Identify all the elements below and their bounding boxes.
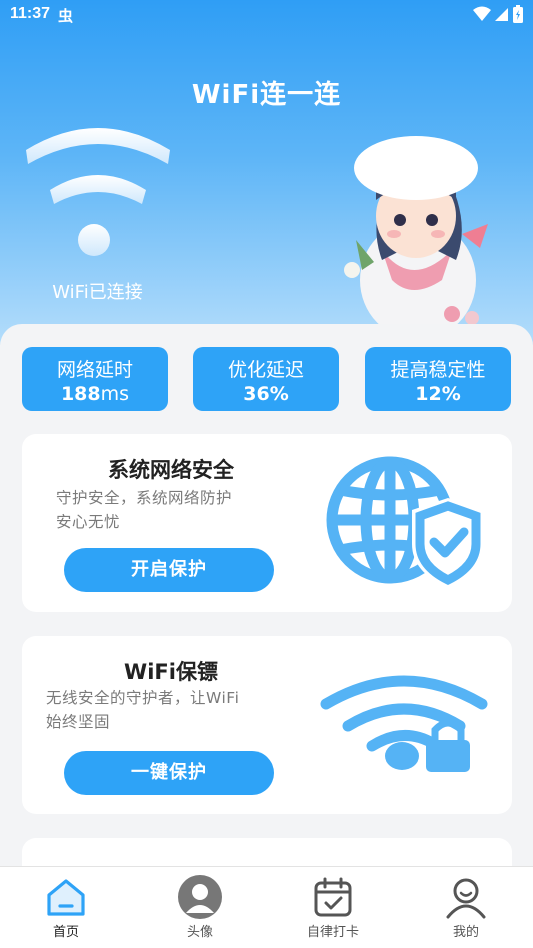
home-icon [47, 879, 85, 916]
stats-row: 网络延时 188ms 优化延迟 36% 提高稳定性 12% [22, 347, 512, 411]
stat-number: 12% [415, 383, 461, 405]
status-bar: 11:37 虫 [0, 0, 533, 30]
tab-label: 自律打卡 [306, 925, 359, 940]
stat-label: 优化延迟 [227, 359, 304, 381]
cell-signal-icon [495, 8, 508, 21]
wifi-lock-icon [320, 675, 488, 772]
stat-latency: 网络延时 188ms [22, 347, 168, 411]
card-title: WiFi保镖 [124, 660, 218, 684]
network-security-card: 系统网络安全 守护安全，系统网络防护 安心无忧 开启保护 [22, 434, 512, 612]
one-click-protect-button[interactable]: 一键保护 [64, 751, 274, 795]
stat-number: 36% [243, 383, 289, 405]
stat-value: 188ms [22, 383, 168, 405]
card-description: 无线安全的守护者，让WiFi 始终坚固 [46, 686, 239, 734]
tab-label: 我的 [452, 925, 479, 940]
stat-label: 提高稳定性 [390, 359, 486, 381]
wifi-signal-icon [473, 6, 491, 21]
tab-label: 头像 [186, 925, 213, 940]
girl-illustration [344, 136, 488, 326]
status-indicators [473, 5, 523, 23]
globe-shield-icon [326, 456, 484, 588]
card-title: 系统网络安全 [108, 458, 234, 482]
stat-unit: ms [100, 383, 130, 405]
stat-stability: 提高稳定性 12% [365, 347, 511, 411]
stat-number: 188 [60, 383, 101, 405]
app-title: WiFi连一连 [191, 80, 342, 110]
stat-value: 36% [193, 383, 339, 405]
stat-value: 12% [365, 383, 511, 405]
card-desc-line: 无线安全的守护者，让WiFi [46, 689, 240, 707]
user-icon [446, 878, 486, 919]
calendar-check-icon [314, 877, 352, 917]
enable-protection-button[interactable]: 开启保护 [64, 548, 274, 592]
card-desc-line: 安心无忧 [56, 513, 121, 531]
bottom-tab-bar: 首页 头像 自律打卡 我的 [0, 866, 533, 948]
battery-icon [513, 5, 523, 23]
stat-optimize: 优化延迟 36% [193, 347, 339, 411]
wifi-icon [26, 128, 170, 256]
wifi-guard-card: WiFi保镖 无线安全的守护者，让WiFi 始终坚固 一键保护 [22, 636, 512, 814]
tab-home[interactable]: 首页 [16, 867, 116, 948]
card-desc-line: 始终坚固 [46, 713, 111, 731]
wifi-status-text: WiFi已连接 [52, 282, 143, 303]
tab-mine[interactable]: 我的 [416, 867, 516, 948]
card-desc-line: 守护安全，系统网络防护 [56, 489, 233, 507]
avatar-icon [178, 875, 222, 919]
status-time: 11:37 [10, 5, 51, 22]
tab-label: 首页 [52, 925, 79, 940]
stat-label: 网络延时 [56, 359, 133, 381]
tab-checkin[interactable]: 自律打卡 [283, 867, 383, 948]
tab-avatar[interactable]: 头像 [150, 867, 250, 948]
notification-icon: 虫 [58, 7, 74, 25]
card-description: 守护安全，系统网络防护 安心无忧 [56, 486, 232, 534]
